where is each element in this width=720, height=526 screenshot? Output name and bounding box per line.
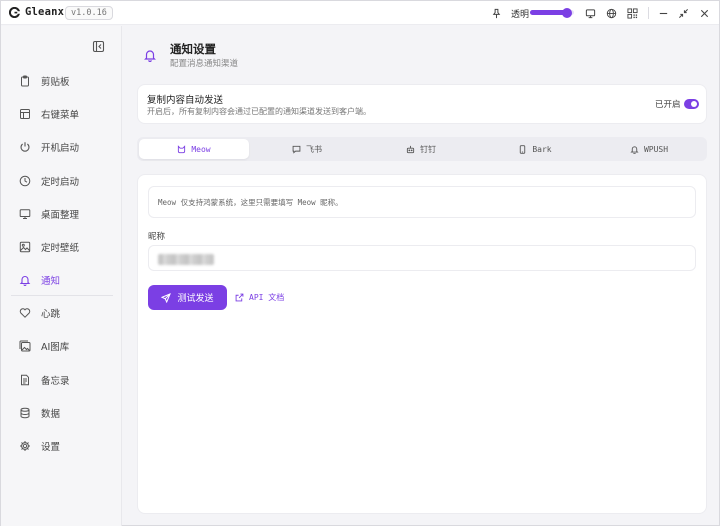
send-icon [161, 292, 172, 303]
app-window: Gleanx v1.0.16 透明 剪贴板 右键菜单 开机启动 定时启动 桌面整… [0, 0, 720, 526]
sidebar-item-label: 定时启动 [41, 177, 80, 188]
meow-settings-panel: Meow 仅支持鸿蒙系统，这里只需要填写 Meow 昵称。 昵称 测试发送 AP… [137, 174, 707, 514]
sidebar-item-label: 备忘录 [41, 376, 70, 387]
sidebar-item-label: 数据 [41, 409, 61, 420]
page-subtitle: 配置消息通知渠道 [170, 59, 239, 69]
sidebar-item-label: AI图库 [41, 342, 70, 353]
tab-label: WPUSH [643, 144, 669, 154]
chat-icon [292, 145, 301, 154]
sidebar-item-label: 剪贴板 [41, 77, 70, 88]
sidebar-item-data[interactable]: 数据 [7, 399, 115, 427]
nickname-value-redacted [158, 254, 214, 265]
sidebar-item-scheduled-start[interactable]: 定时启动 [7, 167, 115, 195]
tab-meow[interactable]: Meow [139, 139, 249, 159]
bell-icon [144, 50, 156, 62]
test-send-label: 测试发送 [177, 294, 214, 304]
page-title: 通知设置 [170, 42, 216, 56]
nickname-input[interactable] [148, 245, 696, 271]
version-badge: v1.0.16 [65, 6, 113, 20]
nickname-label: 昵称 [148, 232, 166, 242]
sidebar-item-desktop-organize[interactable]: 桌面整理 [7, 200, 115, 228]
external-link-icon [235, 293, 244, 302]
sidebar-item-label: 定时壁纸 [41, 243, 80, 254]
shrink-icon[interactable] [677, 7, 689, 19]
sidebar-item-label: 通知 [41, 276, 61, 287]
qr-code-icon[interactable] [626, 7, 638, 19]
auto-send-card: 复制内容自动发送 开启后，所有复制内容会通过已配置的通知渠道发送到客户端。 已开… [137, 84, 707, 124]
main-content: 通知设置 配置消息通知渠道 复制内容自动发送 开启后，所有复制内容会通过已配置的… [123, 26, 719, 526]
sidebar-item-settings[interactable]: 设置 [7, 432, 115, 460]
sidebar-item-memo[interactable]: 备忘录 [7, 366, 115, 394]
opacity-slider-thumb[interactable] [562, 7, 573, 18]
auto-send-status: 已开启 [655, 100, 681, 110]
title-bar: Gleanx v1.0.16 透明 [1, 1, 719, 25]
clipboard-icon [18, 74, 32, 88]
sidebar-item-label: 心跳 [41, 309, 61, 320]
auto-send-description: 开启后，所有复制内容会通过已配置的通知渠道发送到客户端。 [147, 107, 371, 116]
monitor-icon [18, 207, 32, 221]
minimize-icon[interactable] [657, 7, 669, 19]
opacity-slider[interactable] [530, 7, 574, 18]
titlebar-divider [648, 7, 649, 19]
sidebar-divider [11, 295, 113, 296]
tab-label: Bark [532, 144, 552, 154]
api-docs-link[interactable]: API 文档 [235, 292, 284, 303]
info-box: Meow 仅支持鸿蒙系统，这里只需要填写 Meow 昵称。 [148, 186, 696, 218]
auto-send-title: 复制内容自动发送 [147, 95, 224, 106]
api-docs-label: API 文档 [249, 293, 285, 302]
power-icon [18, 140, 32, 154]
sidebar-item-label: 设置 [41, 442, 61, 453]
bell-icon [630, 145, 639, 154]
sidebar-item-wallpaper[interactable]: 定时壁纸 [7, 233, 115, 261]
tab-wpush[interactable]: WPUSH [594, 139, 704, 159]
toggle-knob [691, 101, 697, 107]
pin-icon[interactable] [490, 7, 502, 19]
auto-send-toggle[interactable] [684, 99, 699, 109]
sidebar-item-context-menu[interactable]: 右键菜单 [7, 100, 115, 128]
image-icon [18, 240, 32, 254]
context-menu-icon [18, 107, 32, 121]
gear-icon [18, 439, 32, 453]
tab-label: 钉钉 [420, 144, 436, 154]
info-text: Meow 仅支持鸿蒙系统，这里只需要填写 Meow 昵称。 [158, 198, 343, 207]
tab-label: Meow [191, 144, 211, 154]
collapse-sidebar-icon[interactable] [92, 40, 105, 53]
clock-icon [18, 174, 32, 188]
tab-feishu[interactable]: 飞书 [252, 139, 362, 159]
app-logo-icon [9, 7, 20, 18]
sidebar-item-notifications[interactable]: 通知 [7, 266, 115, 294]
test-send-button[interactable]: 测试发送 [148, 285, 227, 310]
cat-icon [178, 144, 186, 153]
sidebar-item-startup[interactable]: 开机启动 [7, 133, 115, 161]
phone-icon [520, 144, 526, 154]
memo-icon [18, 373, 32, 387]
database-icon [18, 406, 32, 420]
sidebar-item-label: 右键菜单 [41, 110, 80, 121]
bell-icon [18, 273, 32, 287]
opacity-label: 透明 [511, 10, 530, 20]
close-icon[interactable] [698, 7, 710, 19]
globe-icon[interactable] [605, 7, 617, 19]
heart-icon [18, 306, 32, 320]
app-name: Gleanx [25, 6, 65, 18]
gallery-icon [18, 339, 32, 353]
tab-dingtalk[interactable]: 钉钉 [366, 139, 476, 159]
sidebar-item-clipboard[interactable]: 剪贴板 [7, 67, 115, 95]
monitor-icon[interactable] [584, 7, 596, 19]
channel-tabs: Meow 飞书 钉钉 Bark WPUSH [137, 137, 707, 161]
sidebar: 剪贴板 右键菜单 开机启动 定时启动 桌面整理 定时壁纸 通知 心跳 AI图库 … [1, 26, 122, 526]
robot-icon [406, 145, 415, 153]
sidebar-item-heartbeat[interactable]: 心跳 [7, 299, 115, 327]
tab-label: 飞书 [306, 144, 322, 154]
tab-bark[interactable]: Bark [480, 139, 590, 159]
sidebar-item-ai-gallery[interactable]: AI图库 [7, 332, 115, 360]
sidebar-item-label: 开机启动 [41, 143, 80, 154]
sidebar-item-label: 桌面整理 [41, 210, 80, 221]
